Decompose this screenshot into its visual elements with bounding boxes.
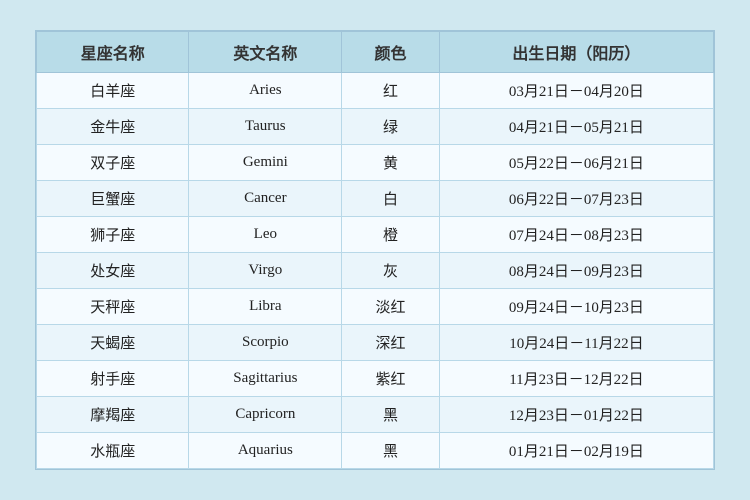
cell-row1-col2: 绿 (342, 109, 440, 145)
cell-row7-col1: Scorpio (189, 325, 342, 361)
cell-row5-col0: 处女座 (37, 253, 189, 289)
cell-row3-col1: Cancer (189, 181, 342, 217)
cell-row2-col0: 双子座 (37, 145, 189, 181)
table-row: 金牛座Taurus绿04月21日－05月21日 (37, 109, 714, 145)
zodiac-table-container: 星座名称英文名称颜色出生日期（阳历） 白羊座Aries红03月21日－04月20… (35, 30, 715, 470)
cell-row9-col2: 黑 (342, 397, 440, 433)
cell-row1-col3: 04月21日－05月21日 (439, 109, 713, 145)
table-row: 双子座Gemini黄05月22日－06月21日 (37, 145, 714, 181)
table-row: 摩羯座Capricorn黑12月23日－01月22日 (37, 397, 714, 433)
table-row: 巨蟹座Cancer白06月22日－07月23日 (37, 181, 714, 217)
header-col-0: 星座名称 (37, 32, 189, 73)
cell-row8-col1: Sagittarius (189, 361, 342, 397)
table-row: 处女座Virgo灰08月24日－09月23日 (37, 253, 714, 289)
cell-row3-col0: 巨蟹座 (37, 181, 189, 217)
cell-row7-col3: 10月24日－11月22日 (439, 325, 713, 361)
table-row: 水瓶座Aquarius黑01月21日－02月19日 (37, 433, 714, 469)
cell-row10-col1: Aquarius (189, 433, 342, 469)
cell-row0-col2: 红 (342, 73, 440, 109)
cell-row4-col0: 狮子座 (37, 217, 189, 253)
table-header-row: 星座名称英文名称颜色出生日期（阳历） (37, 32, 714, 73)
cell-row4-col3: 07月24日－08月23日 (439, 217, 713, 253)
cell-row5-col1: Virgo (189, 253, 342, 289)
cell-row9-col3: 12月23日－01月22日 (439, 397, 713, 433)
cell-row0-col0: 白羊座 (37, 73, 189, 109)
table-row: 狮子座Leo橙07月24日－08月23日 (37, 217, 714, 253)
cell-row0-col3: 03月21日－04月20日 (439, 73, 713, 109)
header-col-3: 出生日期（阳历） (439, 32, 713, 73)
zodiac-table: 星座名称英文名称颜色出生日期（阳历） 白羊座Aries红03月21日－04月20… (36, 31, 714, 469)
header-col-2: 颜色 (342, 32, 440, 73)
cell-row2-col3: 05月22日－06月21日 (439, 145, 713, 181)
cell-row1-col1: Taurus (189, 109, 342, 145)
cell-row1-col0: 金牛座 (37, 109, 189, 145)
cell-row8-col2: 紫红 (342, 361, 440, 397)
cell-row7-col2: 深红 (342, 325, 440, 361)
cell-row10-col2: 黑 (342, 433, 440, 469)
cell-row5-col3: 08月24日－09月23日 (439, 253, 713, 289)
cell-row6-col0: 天秤座 (37, 289, 189, 325)
cell-row10-col0: 水瓶座 (37, 433, 189, 469)
cell-row5-col2: 灰 (342, 253, 440, 289)
cell-row6-col2: 淡红 (342, 289, 440, 325)
cell-row3-col3: 06月22日－07月23日 (439, 181, 713, 217)
cell-row2-col2: 黄 (342, 145, 440, 181)
table-row: 天秤座Libra淡红09月24日－10月23日 (37, 289, 714, 325)
cell-row8-col3: 11月23日－12月22日 (439, 361, 713, 397)
cell-row9-col1: Capricorn (189, 397, 342, 433)
cell-row4-col1: Leo (189, 217, 342, 253)
table-row: 天蝎座Scorpio深红10月24日－11月22日 (37, 325, 714, 361)
cell-row10-col3: 01月21日－02月19日 (439, 433, 713, 469)
cell-row3-col2: 白 (342, 181, 440, 217)
cell-row9-col0: 摩羯座 (37, 397, 189, 433)
cell-row2-col1: Gemini (189, 145, 342, 181)
cell-row6-col1: Libra (189, 289, 342, 325)
table-row: 射手座Sagittarius紫红11月23日－12月22日 (37, 361, 714, 397)
cell-row4-col2: 橙 (342, 217, 440, 253)
table-body: 白羊座Aries红03月21日－04月20日金牛座Taurus绿04月21日－0… (37, 73, 714, 469)
cell-row7-col0: 天蝎座 (37, 325, 189, 361)
table-row: 白羊座Aries红03月21日－04月20日 (37, 73, 714, 109)
cell-row8-col0: 射手座 (37, 361, 189, 397)
cell-row6-col3: 09月24日－10月23日 (439, 289, 713, 325)
cell-row0-col1: Aries (189, 73, 342, 109)
header-col-1: 英文名称 (189, 32, 342, 73)
